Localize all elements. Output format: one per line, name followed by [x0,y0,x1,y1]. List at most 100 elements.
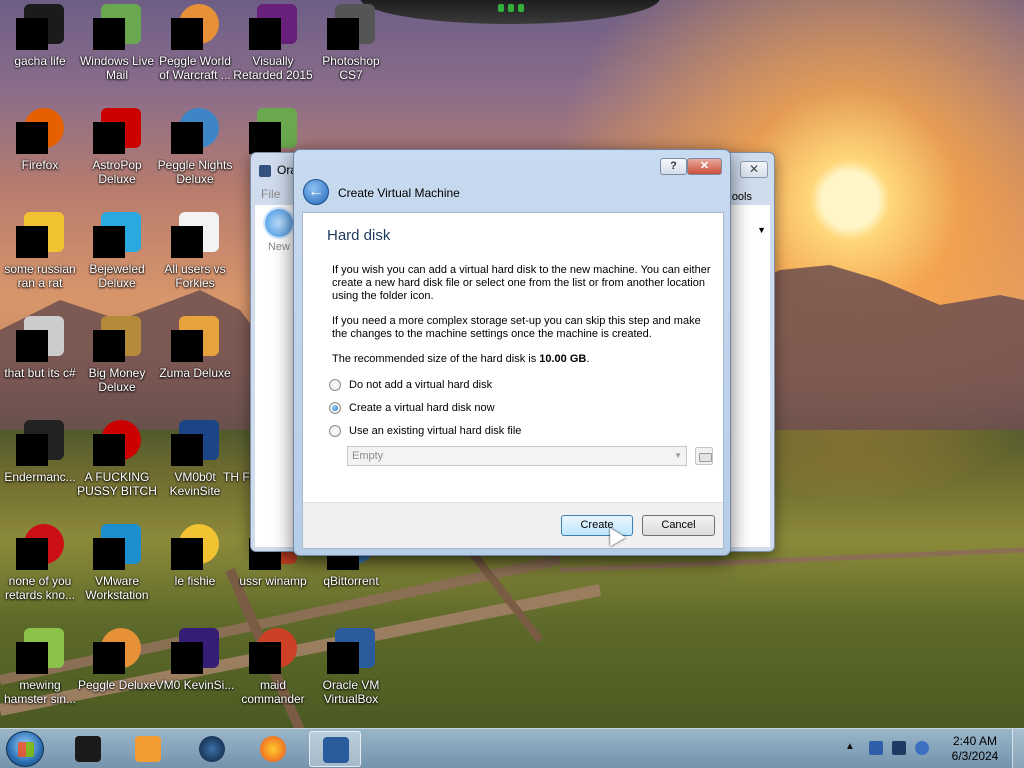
desktop-icon-visual-studio[interactable]: Visually Retarded 2015 [233,4,313,82]
photoshop-icon [327,4,375,52]
recommended-size-value: 10.00 GB [539,353,587,365]
new-star-icon [265,209,293,237]
vm-shortcut-icon [171,628,219,676]
zuma-icon [171,316,219,364]
tools-label[interactable]: ools [732,191,752,203]
desktop-icon-vmware[interactable]: VMware Workstation [77,524,157,602]
show-desktop-button[interactable] [1012,729,1024,768]
shield-icon[interactable] [869,741,883,755]
virtualbox-icon [323,737,349,763]
help-button[interactable]: ? [660,158,687,175]
folder-icon[interactable] [695,447,713,465]
opera-icon [16,524,64,572]
dialog-title: Create Virtual Machine [338,186,460,200]
desktop-icon-peggle-wow[interactable]: Peggle World of Warcraft ... [155,4,235,82]
hamster-icon [16,628,64,676]
desktop-icon-astropop[interactable]: AstroPop Deluxe [77,108,157,186]
desktop-icon-maid-commander[interactable]: maid commander [233,628,313,706]
shortcut-icon [16,316,64,364]
gem-icon [93,212,141,260]
desktop-icon-peggle-nights[interactable]: Peggle Nights Deluxe [155,108,235,186]
forky-icon [171,212,219,260]
plant-icon [249,108,297,156]
fish-icon [171,524,219,572]
media-player-icon [135,736,161,762]
vm-icon [171,420,219,468]
existing-disk-select[interactable]: Empty ▼ [347,446,687,466]
mail-icon [93,4,141,52]
desktop-icon-photoshop[interactable]: Photoshop CS7 [311,4,391,82]
tools-dropdown-icon[interactable]: ▼ [757,225,766,235]
radio-existing-disk[interactable]: Use an existing virtual hard disk file [329,425,521,437]
file-icon [223,420,253,468]
desktop-icon-peggle-deluxe[interactable]: Peggle Deluxe [77,628,157,692]
desktop-icon-le-fishie[interactable]: le fishie [155,524,235,588]
recommended-size-text: The recommended size of the hard disk is… [332,353,717,366]
volume-icon[interactable] [915,741,929,755]
desktop-icon-that-but-its-csharp[interactable]: that but its c# [0,316,80,380]
intro-paragraph: If you wish you can add a virtual hard d… [332,264,711,302]
tray-expand-icon[interactable]: ▲ [845,741,855,752]
peggle-nights-icon [171,108,219,156]
radio-button[interactable] [329,425,341,437]
taskbar-virtualbox[interactable] [309,731,361,767]
desktop-icon-all-users-vs-forkies[interactable]: All users vs Forkies [155,212,235,290]
desktop-icon-gacha-life[interactable]: gacha life [0,4,80,68]
recommended-prefix: The recommended size of the hard disk is [332,353,540,365]
desktop-icon-russian-rat[interactable]: some russian ran a rat [0,212,80,290]
desktop-icon-bejeweled[interactable]: Bejeweled Deluxe [77,212,157,290]
chevron-down-icon: ▼ [674,451,682,460]
clock-time: 2:40 AM [952,734,998,748]
radio-create-disk[interactable]: Create a virtual hard disk now [329,402,495,414]
radio-no-disk[interactable]: Do not add a virtual hard disk [329,379,492,391]
desktop-icon-big-money[interactable]: Big Money Deluxe [77,316,157,394]
start-button[interactable] [6,731,44,767]
desktop-icon-a-fucking-pussy[interactable]: A FUCKING PUSSY BITCH [77,420,157,498]
wizard-page: Hard disk If you wish you can add a virt… [302,212,724,549]
desktop-icon-zuma[interactable]: Zuma Deluxe [155,316,235,380]
taskbar-terminal[interactable] [62,731,114,767]
desktop-icon-none-of-you[interactable]: none of you retards kno... [0,524,80,602]
astropop-icon [93,108,141,156]
rat-icon [16,212,64,260]
create-vm-dialog: ? ✕ ← Create Virtual Machine Hard disk I… [293,149,731,556]
desktop-icon-vm0-kevinsi[interactable]: VM0 KevinSi... [155,628,235,692]
radio-button-selected[interactable] [329,402,341,414]
terminal-icon [16,420,64,468]
cancel-button[interactable]: Cancel [642,515,715,536]
clock[interactable]: 2:40 AM 6/3/2024 [940,734,1010,764]
desktop-icon-firefox[interactable]: Firefox [0,108,80,172]
recommended-suffix: . [586,353,590,365]
taskbar-firefox[interactable] [247,731,299,767]
clock-date: 6/3/2024 [951,749,999,763]
firefox-icon [16,108,64,156]
desktop-icon-oracle-virtualbox[interactable]: Oracle VM VirtualBox [311,628,391,706]
desktop-icon-endermanc[interactable]: Endermanc... [0,420,80,484]
terminal-icon [75,736,101,762]
desktop-icon-windows-live-mail[interactable]: Windows Live Mail [77,4,157,82]
new-vm-label: New [267,241,290,253]
menu-file[interactable]: File [255,185,286,203]
desktop-icon-mewing-hamster[interactable]: mewing hamster sin... [0,628,80,706]
disk-select-value: Empty [352,450,384,462]
red-ball-icon [93,420,141,468]
network-icon[interactable] [892,741,906,755]
dialog-footer: Create Cancel [303,502,723,548]
vmware-icon [93,524,141,572]
page-heading: Hard disk [327,227,391,244]
taskbar-globe[interactable] [186,731,238,767]
taskbar-media-player[interactable] [122,731,174,767]
advanced-paragraph: If you need a more complex storage set-u… [332,315,701,340]
top-gadget-notch [360,0,660,24]
taskbar: ▲ 2:40 AM 6/3/2024 [0,728,1024,768]
radio-label: Use an existing virtual hard disk file [349,425,522,437]
back-arrow-icon[interactable]: ← [303,179,329,205]
close-button[interactable]: ✕ [687,158,722,175]
hat-icon [16,4,64,52]
peggle-icon [171,4,219,52]
radio-button[interactable] [329,379,341,391]
radio-label: Do not add a virtual hard disk [349,379,493,391]
new-vm-button[interactable]: New [261,209,297,253]
money-bag-icon [93,316,141,364]
manager-close-button[interactable]: ✕ [740,161,768,178]
